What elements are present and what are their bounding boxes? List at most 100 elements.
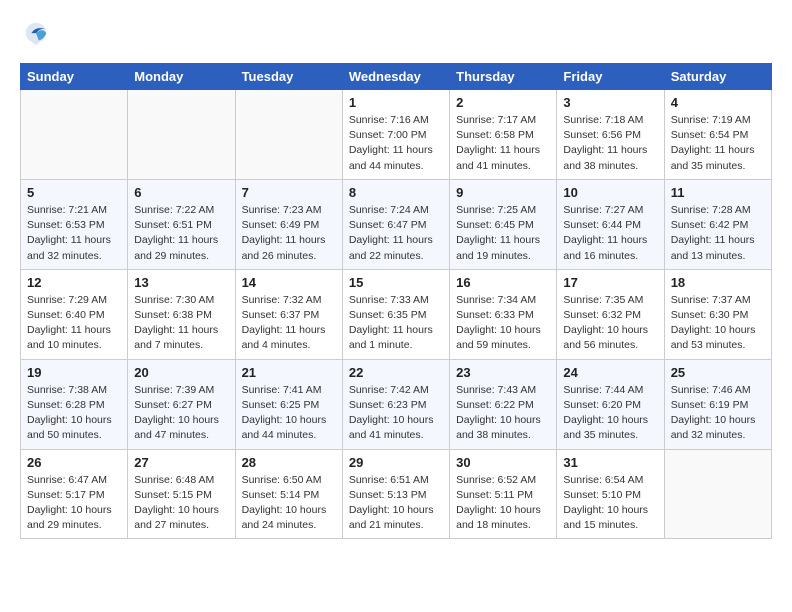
calendar-cell: 10 Sunrise: 7:27 AM Sunset: 6:44 PM Dayli…: [557, 179, 664, 269]
calendar-header-saturday: Saturday: [664, 64, 771, 90]
calendar-cell: 24Sunrise: 7:44 AM Sunset: 6:20 PM Dayli…: [557, 359, 664, 449]
day-number: 2: [456, 95, 550, 110]
day-info: Sunrise: 7:28 AM Sunset: 6:42 PM Dayligh…: [671, 203, 765, 264]
day-number: 14: [242, 275, 336, 290]
day-info: Sunrise: 6:48 AM Sunset: 5:15 PM Dayligh…: [134, 473, 228, 534]
calendar-week-row: 19Sunrise: 7:38 AM Sunset: 6:28 PM Dayli…: [21, 359, 772, 449]
calendar-cell: 20 Sunrise: 7:39 AM Sunset: 6:27 PM Dayli…: [128, 359, 235, 449]
calendar-cell: [664, 449, 771, 539]
day-number: 26: [27, 455, 121, 470]
calendar-cell: 27 Sunrise: 6:48 AM Sunset: 5:15 PM Dayli…: [128, 449, 235, 539]
day-info: Sunrise: 7:18 AM Sunset: 6:56 PM Dayligh…: [563, 113, 657, 174]
page-header: [20, 20, 772, 53]
calendar-cell: 31 Sunrise: 6:54 AM Sunset: 5:10 PM Dayli…: [557, 449, 664, 539]
calendar-cell: 8Sunrise: 7:24 AM Sunset: 6:47 PM Daylig…: [342, 179, 449, 269]
calendar-cell: 1 Sunrise: 7:16 AM Sunset: 7:00 PM Daylig…: [342, 90, 449, 180]
calendar-cell: 23 Sunrise: 7:43 AM Sunset: 6:22 PM Dayli…: [450, 359, 557, 449]
day-number: 10: [563, 185, 657, 200]
day-info: Sunrise: 7:23 AM Sunset: 6:49 PM Dayligh…: [242, 203, 336, 264]
day-number: 15: [349, 275, 443, 290]
day-info: Sunrise: 7:30 AM Sunset: 6:38 PM Dayligh…: [134, 293, 228, 354]
day-number: 23: [456, 365, 550, 380]
calendar-cell: 12 Sunrise: 7:29 AM Sunset: 6:40 PM Dayli…: [21, 269, 128, 359]
day-info: Sunrise: 7:43 AM Sunset: 6:22 PM Dayligh…: [456, 383, 550, 444]
day-info: Sunrise: 7:21 AM Sunset: 6:53 PM Dayligh…: [27, 203, 121, 264]
calendar-cell: 19Sunrise: 7:38 AM Sunset: 6:28 PM Dayli…: [21, 359, 128, 449]
day-info: Sunrise: 7:27 AM Sunset: 6:44 PM Dayligh…: [563, 203, 657, 264]
calendar-cell: [128, 90, 235, 180]
calendar-cell: 16 Sunrise: 7:34 AM Sunset: 6:33 PM Dayli…: [450, 269, 557, 359]
day-number: 28: [242, 455, 336, 470]
day-info: Sunrise: 7:35 AM Sunset: 6:32 PM Dayligh…: [563, 293, 657, 354]
calendar-cell: 9 Sunrise: 7:25 AM Sunset: 6:45 PM Daylig…: [450, 179, 557, 269]
calendar-cell: 29Sunrise: 6:51 AM Sunset: 5:13 PM Dayli…: [342, 449, 449, 539]
calendar-table: SundayMondayTuesdayWednesdayThursdayFrid…: [20, 63, 772, 539]
calendar-cell: 26Sunrise: 6:47 AM Sunset: 5:17 PM Dayli…: [21, 449, 128, 539]
day-number: 9: [456, 185, 550, 200]
day-info: Sunrise: 7:29 AM Sunset: 6:40 PM Dayligh…: [27, 293, 121, 354]
day-number: 21: [242, 365, 336, 380]
calendar-cell: 22Sunrise: 7:42 AM Sunset: 6:23 PM Dayli…: [342, 359, 449, 449]
calendar-header-wednesday: Wednesday: [342, 64, 449, 90]
day-info: Sunrise: 6:54 AM Sunset: 5:10 PM Dayligh…: [563, 473, 657, 534]
day-number: 20: [134, 365, 228, 380]
calendar-week-row: 26Sunrise: 6:47 AM Sunset: 5:17 PM Dayli…: [21, 449, 772, 539]
calendar-cell: 6 Sunrise: 7:22 AM Sunset: 6:51 PM Daylig…: [128, 179, 235, 269]
calendar-week-row: 12 Sunrise: 7:29 AM Sunset: 6:40 PM Dayli…: [21, 269, 772, 359]
day-number: 6: [134, 185, 228, 200]
day-number: 22: [349, 365, 443, 380]
day-info: Sunrise: 7:32 AM Sunset: 6:37 PM Dayligh…: [242, 293, 336, 354]
day-info: Sunrise: 7:19 AM Sunset: 6:54 PM Dayligh…: [671, 113, 765, 174]
day-number: 27: [134, 455, 228, 470]
day-info: Sunrise: 7:39 AM Sunset: 6:27 PM Dayligh…: [134, 383, 228, 444]
logo: [20, 20, 50, 53]
calendar-week-row: 1 Sunrise: 7:16 AM Sunset: 7:00 PM Daylig…: [21, 90, 772, 180]
day-info: Sunrise: 6:51 AM Sunset: 5:13 PM Dayligh…: [349, 473, 443, 534]
day-info: Sunrise: 7:33 AM Sunset: 6:35 PM Dayligh…: [349, 293, 443, 354]
day-info: Sunrise: 7:41 AM Sunset: 6:25 PM Dayligh…: [242, 383, 336, 444]
calendar-header-row: SundayMondayTuesdayWednesdayThursdayFrid…: [21, 64, 772, 90]
day-info: Sunrise: 7:25 AM Sunset: 6:45 PM Dayligh…: [456, 203, 550, 264]
calendar-cell: 7 Sunrise: 7:23 AM Sunset: 6:49 PM Daylig…: [235, 179, 342, 269]
day-info: Sunrise: 6:52 AM Sunset: 5:11 PM Dayligh…: [456, 473, 550, 534]
calendar-header-friday: Friday: [557, 64, 664, 90]
calendar-cell: 28 Sunrise: 6:50 AM Sunset: 5:14 PM Dayli…: [235, 449, 342, 539]
calendar-cell: 3 Sunrise: 7:18 AM Sunset: 6:56 PM Daylig…: [557, 90, 664, 180]
day-number: 25: [671, 365, 765, 380]
day-number: 7: [242, 185, 336, 200]
calendar-header-monday: Monday: [128, 64, 235, 90]
day-info: Sunrise: 7:17 AM Sunset: 6:58 PM Dayligh…: [456, 113, 550, 174]
calendar-cell: 13Sunrise: 7:30 AM Sunset: 6:38 PM Dayli…: [128, 269, 235, 359]
day-info: Sunrise: 7:37 AM Sunset: 6:30 PM Dayligh…: [671, 293, 765, 354]
logo-icon: [22, 20, 50, 48]
day-info: Sunrise: 6:50 AM Sunset: 5:14 PM Dayligh…: [242, 473, 336, 534]
calendar-header-sunday: Sunday: [21, 64, 128, 90]
calendar-cell: 30 Sunrise: 6:52 AM Sunset: 5:11 PM Dayli…: [450, 449, 557, 539]
calendar-cell: 17Sunrise: 7:35 AM Sunset: 6:32 PM Dayli…: [557, 269, 664, 359]
calendar-cell: [21, 90, 128, 180]
calendar-cell: 25 Sunrise: 7:46 AM Sunset: 6:19 PM Dayli…: [664, 359, 771, 449]
calendar-cell: 21 Sunrise: 7:41 AM Sunset: 6:25 PM Dayli…: [235, 359, 342, 449]
calendar-cell: 11Sunrise: 7:28 AM Sunset: 6:42 PM Dayli…: [664, 179, 771, 269]
day-number: 4: [671, 95, 765, 110]
day-number: 8: [349, 185, 443, 200]
day-number: 19: [27, 365, 121, 380]
calendar-week-row: 5Sunrise: 7:21 AM Sunset: 6:53 PM Daylig…: [21, 179, 772, 269]
day-info: Sunrise: 7:44 AM Sunset: 6:20 PM Dayligh…: [563, 383, 657, 444]
day-number: 3: [563, 95, 657, 110]
day-info: Sunrise: 7:34 AM Sunset: 6:33 PM Dayligh…: [456, 293, 550, 354]
day-number: 31: [563, 455, 657, 470]
calendar-cell: 15 Sunrise: 7:33 AM Sunset: 6:35 PM Dayli…: [342, 269, 449, 359]
day-info: Sunrise: 7:22 AM Sunset: 6:51 PM Dayligh…: [134, 203, 228, 264]
calendar-cell: 5Sunrise: 7:21 AM Sunset: 6:53 PM Daylig…: [21, 179, 128, 269]
calendar-header-thursday: Thursday: [450, 64, 557, 90]
day-number: 12: [27, 275, 121, 290]
day-number: 18: [671, 275, 765, 290]
day-number: 30: [456, 455, 550, 470]
calendar-cell: 14 Sunrise: 7:32 AM Sunset: 6:37 PM Dayli…: [235, 269, 342, 359]
day-number: 16: [456, 275, 550, 290]
day-number: 1: [349, 95, 443, 110]
day-info: Sunrise: 7:16 AM Sunset: 7:00 PM Dayligh…: [349, 113, 443, 174]
day-info: Sunrise: 7:46 AM Sunset: 6:19 PM Dayligh…: [671, 383, 765, 444]
calendar-cell: 4 Sunrise: 7:19 AM Sunset: 6:54 PM Daylig…: [664, 90, 771, 180]
